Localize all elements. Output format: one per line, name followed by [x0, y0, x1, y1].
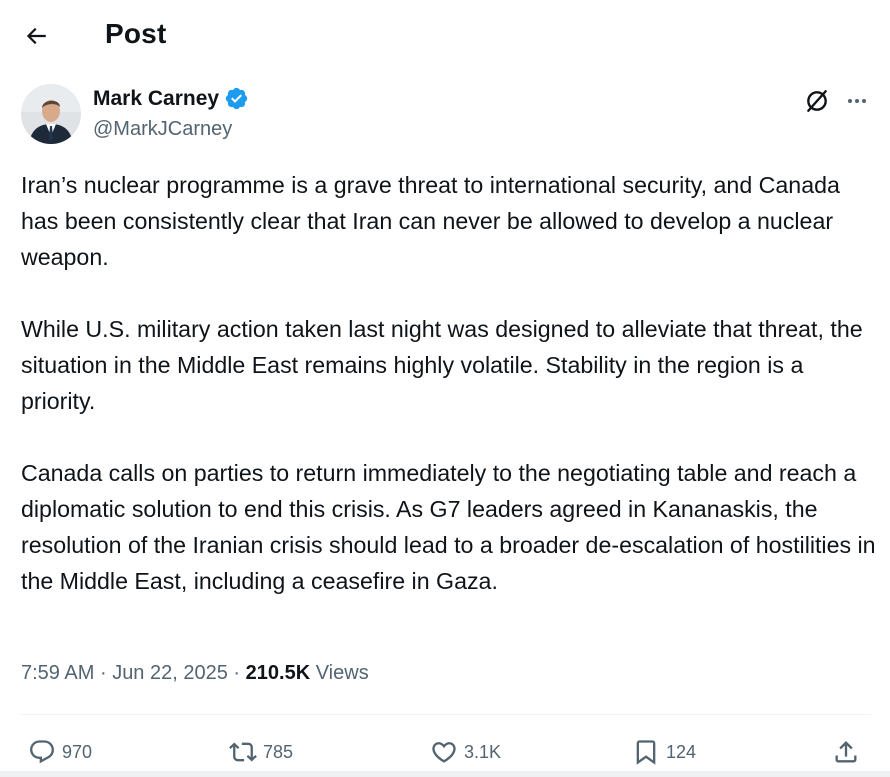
bookmark-count: 124: [666, 741, 697, 762]
author-name-row: Mark Carney: [93, 86, 249, 111]
views-count: 210.5K: [245, 662, 311, 684]
author-handle[interactable]: @MarkJCarney: [93, 118, 232, 141]
post-paragraph: Canada calls on parties to return immedi…: [21, 460, 876, 594]
views-label: Views: [315, 662, 369, 684]
bookmark-button[interactable]: 124: [632, 730, 696, 774]
post-time[interactable]: 7:59 AM: [21, 662, 94, 684]
author-name[interactable]: Mark Carney: [93, 87, 219, 111]
post-meta: 7:59 AM · Jun 22, 2025 · 210.5K Views: [21, 662, 369, 685]
bottom-edge: [0, 771, 890, 777]
more-horizontal-icon: [848, 99, 866, 103]
avatar[interactable]: [21, 84, 81, 144]
repost-icon: [229, 742, 257, 762]
post-paragraph: Iran’s nuclear programme is a grave thre…: [21, 172, 840, 270]
post-text: Iran’s nuclear programme is a grave thre…: [21, 167, 881, 599]
post-date[interactable]: Jun 22, 2025: [112, 662, 228, 684]
back-button[interactable]: [14, 14, 58, 58]
action-bar: 970 785 3.1K 124: [0, 730, 890, 774]
post-paragraph: While U.S. military action taken last ni…: [21, 316, 863, 414]
grok-icon: [807, 90, 827, 112]
verified-badge-icon: [225, 87, 248, 110]
repost-count: 785: [263, 741, 294, 762]
bookmark-icon: [636, 740, 656, 765]
like-count: 3.1K: [464, 741, 502, 762]
reply-button[interactable]: 970: [28, 730, 92, 774]
header: Post: [0, 0, 890, 72]
arrow-left-icon: [26, 27, 46, 45]
post-page: Post Mark Carney @MarkJCarney Iran’s nuc…: [0, 0, 890, 777]
meta-separator: ·: [99, 662, 107, 684]
divider: [21, 714, 871, 715]
reply-count: 970: [62, 741, 93, 762]
page-title: Post: [105, 18, 167, 49]
more-options-button[interactable]: [840, 84, 874, 118]
heart-icon: [432, 742, 456, 763]
meta-separator: ·: [233, 662, 241, 684]
avatar-image: [21, 84, 81, 144]
grok-button[interactable]: [800, 84, 834, 118]
reply-icon: [30, 740, 54, 764]
like-button[interactable]: 3.1K: [430, 730, 501, 774]
share-icon: [835, 741, 857, 763]
repost-button[interactable]: 785: [229, 730, 293, 774]
share-button[interactable]: [832, 730, 860, 774]
